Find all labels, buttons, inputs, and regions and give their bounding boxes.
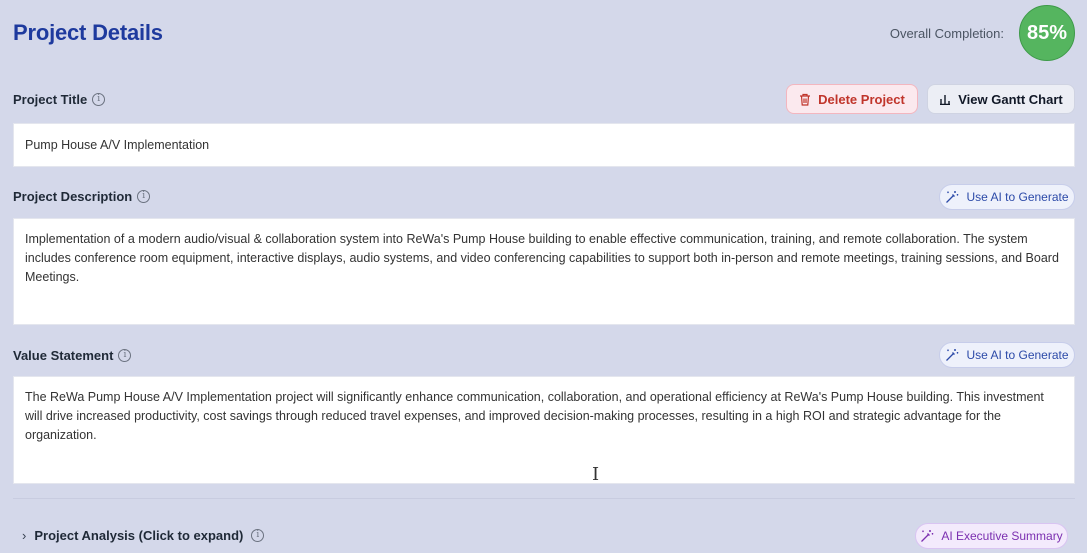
project-analysis-toggle[interactable]: › Project Analysis (Click to expand) i — [22, 528, 265, 543]
magic-wand-icon — [921, 530, 934, 542]
use-ai-generate-label: Use AI to Generate — [966, 190, 1069, 204]
completion-badge: 85% — [1019, 5, 1075, 61]
use-ai-generate-value-button[interactable]: Use AI to Generate — [939, 342, 1075, 368]
project-analysis-label: Project Analysis (Click to expand) — [34, 528, 244, 543]
info-icon[interactable]: i — [92, 93, 106, 106]
completion-label: Overall Completion: — [889, 26, 1004, 41]
view-gantt-chart-button[interactable]: View Gantt Chart — [927, 84, 1075, 114]
info-icon[interactable]: i — [118, 349, 132, 362]
project-description-label: Project Description i — [13, 189, 151, 204]
project-title-label-text: Project Title — [13, 92, 88, 107]
project-title-label: Project Title i — [13, 92, 106, 107]
value-statement-label: Value Statement i — [13, 348, 132, 363]
delete-project-button[interactable]: Delete Project — [786, 84, 918, 114]
project-title-input[interactable]: Pump House A/V Implementation — [13, 123, 1075, 167]
magic-wand-icon — [946, 191, 959, 203]
bar-chart-icon — [940, 95, 951, 105]
project-description-textarea[interactable]: Implementation of a modern audio/visual … — [13, 218, 1075, 325]
ai-executive-summary-button[interactable]: AI Executive Summary — [915, 523, 1068, 549]
chevron-right-icon: › — [22, 528, 27, 543]
text-cursor-icon: I — [592, 464, 600, 485]
value-statement-textarea[interactable]: The ReWa Pump House A/V Implementation p… — [13, 376, 1075, 484]
project-description-label-text: Project Description — [13, 189, 133, 204]
trash-icon — [800, 93, 811, 106]
value-statement-label-text: Value Statement — [13, 348, 114, 363]
use-ai-generate-label: Use AI to Generate — [966, 348, 1069, 362]
page-title: Project Details — [13, 20, 163, 45]
ai-executive-summary-label: AI Executive Summary — [941, 529, 1063, 543]
divider — [13, 498, 1075, 499]
use-ai-generate-description-button[interactable]: Use AI to Generate — [939, 184, 1075, 210]
view-gantt-chart-label: View Gantt Chart — [958, 91, 1063, 107]
info-icon[interactable]: i — [251, 529, 265, 542]
info-icon[interactable]: i — [137, 190, 151, 203]
magic-wand-icon — [946, 349, 959, 361]
delete-project-label: Delete Project — [818, 91, 905, 107]
